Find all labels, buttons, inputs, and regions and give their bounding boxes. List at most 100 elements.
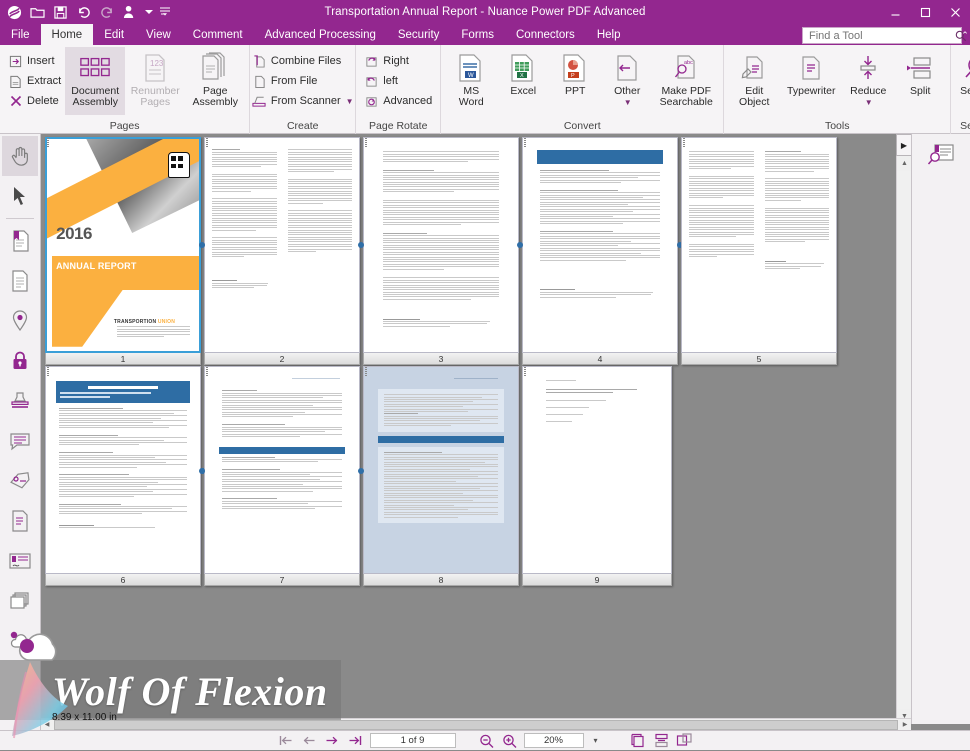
tab-view[interactable]: View <box>135 24 182 45</box>
page-insert-marker-8[interactable] <box>358 468 364 474</box>
select-tool-icon[interactable] <box>2 176 38 216</box>
page-grip-4[interactable] <box>524 138 526 147</box>
signature-icon[interactable] <box>2 541 38 581</box>
make-pdf-searchable-button[interactable]: abc Make PDF Searchable <box>653 47 719 115</box>
renumber-pages-button[interactable]: 123 Renumber Pages <box>125 47 185 115</box>
page-insert-marker-2[interactable] <box>199 242 205 248</box>
tab-advanced-processing[interactable]: Advanced Processing <box>254 24 387 45</box>
split-button[interactable]: Split <box>894 47 946 115</box>
convert-other-button[interactable]: Other ▼ <box>601 47 653 115</box>
tags-icon[interactable] <box>2 461 38 501</box>
maximize-button[interactable] <box>910 0 940 24</box>
open-icon[interactable] <box>29 4 46 21</box>
insert-button[interactable]: Insert <box>4 51 65 71</box>
from-scanner-button[interactable]: From Scanner ▼ <box>248 91 358 111</box>
zoom-out-icon[interactable] <box>478 733 495 749</box>
document-assembly-button[interactable]: Document Assembly <box>65 47 126 115</box>
previous-page-icon[interactable] <box>301 733 318 749</box>
typewriter-button[interactable]: Typewriter <box>780 47 842 115</box>
zoom-in-icon[interactable] <box>501 733 518 749</box>
combine-files-button[interactable]: Combine Files <box>248 51 358 71</box>
search-input[interactable] <box>803 29 951 42</box>
minimize-button[interactable] <box>880 0 910 24</box>
from-file-button[interactable]: From File <box>248 71 358 91</box>
find-a-tool-box[interactable] <box>802 27 967 44</box>
reduce-caret-icon[interactable]: ▼ <box>865 97 873 108</box>
stamp-icon[interactable] <box>2 381 38 421</box>
page-indicator-field[interactable]: 1 of 9 <box>369 733 456 748</box>
horizontal-scroll-thumb[interactable] <box>54 719 898 730</box>
tab-forms[interactable]: Forms <box>450 24 505 45</box>
nuance-logo-icon[interactable] <box>6 4 23 21</box>
qat-caret-icon[interactable] <box>144 4 153 21</box>
from-scanner-caret-icon[interactable]: ▼ <box>346 97 354 106</box>
content-icon[interactable] <box>2 501 38 541</box>
convert-ppt-button[interactable]: P PPT <box>549 47 601 115</box>
page-grip-2[interactable] <box>206 138 208 147</box>
comments-icon[interactable] <box>2 421 38 461</box>
page-insert-marker-7[interactable] <box>199 468 205 474</box>
extract-button[interactable]: Extract <box>4 71 65 91</box>
destinations-icon[interactable] <box>2 301 38 341</box>
first-page-icon[interactable] <box>278 733 295 749</box>
tab-help[interactable]: Help <box>586 24 632 45</box>
next-page-icon[interactable] <box>324 733 341 749</box>
security-lock-icon[interactable] <box>2 341 38 381</box>
page-thumbnail-3[interactable]: 3 <box>358 137 519 365</box>
page-thumbnail-8[interactable]: 8 <box>358 366 519 586</box>
thumbnail-vertical-scrollbar[interactable]: ▲ ▼ <box>896 134 912 724</box>
facing-pages-view-icon[interactable] <box>676 733 693 749</box>
tab-security[interactable]: Security <box>387 24 451 45</box>
page-thumbnail-5[interactable]: 5 <box>681 137 837 365</box>
page-thumbnail-7[interactable]: 7 <box>199 366 360 586</box>
page-grip-7[interactable] <box>206 367 208 376</box>
convert-other-caret-icon[interactable]: ▼ <box>624 97 632 108</box>
layers-icon[interactable] <box>2 581 38 621</box>
page-insert-marker-4[interactable] <box>517 242 523 248</box>
bookmark-panel-icon[interactable] <box>2 221 38 261</box>
page-grip-1[interactable] <box>47 138 49 147</box>
page-assembly-button[interactable]: Page Assembly <box>185 47 245 115</box>
page-grip-6[interactable] <box>47 367 49 376</box>
undo-icon[interactable] <box>75 4 92 21</box>
page-thumbnail-canvas[interactable]: 2016 ANNUAL REPORT TRANSPORTION UNION 1 <box>41 134 911 724</box>
tab-home[interactable]: Home <box>40 24 94 45</box>
single-page-view-icon[interactable] <box>630 733 647 749</box>
document-search-panel-icon[interactable] <box>921 138 961 172</box>
page-grip-5[interactable] <box>683 138 685 147</box>
customize-qat-icon[interactable] <box>159 4 170 21</box>
page-grip-8[interactable] <box>365 367 367 376</box>
page-thumbnail-6[interactable]: 6 <box>45 366 206 586</box>
edit-object-button[interactable]: Edit Object <box>728 47 780 115</box>
page-insert-marker-3[interactable] <box>358 242 364 248</box>
save-icon[interactable] <box>52 4 69 21</box>
page-thumbnail-9[interactable]: 9 <box>522 366 672 586</box>
convert-excel-button[interactable]: X Excel <box>497 47 549 115</box>
tab-comment[interactable]: Comment <box>182 24 254 45</box>
last-page-icon[interactable] <box>347 733 364 749</box>
tab-connectors[interactable]: Connectors <box>505 24 586 45</box>
page-grip-9[interactable] <box>524 367 526 376</box>
close-button[interactable] <box>940 0 970 24</box>
panel-expand-icon[interactable]: ▶ <box>896 134 911 156</box>
page-grip-3[interactable] <box>365 138 367 147</box>
scroll-up-arrow-icon[interactable]: ▲ <box>897 156 912 171</box>
zoom-dropdown-caret-icon[interactable]: ▾ <box>590 733 602 749</box>
rotate-right-button[interactable]: Right <box>360 51 436 71</box>
scroll-right-arrow-icon[interactable]: ▶ <box>899 719 911 731</box>
thumbnail-horizontal-scrollbar[interactable]: ◀ ▶ <box>41 718 911 730</box>
user-icon[interactable] <box>121 4 138 21</box>
search-button[interactable]: Search ▼ <box>951 47 970 115</box>
rotate-left-button[interactable]: left <box>360 71 436 91</box>
tab-edit[interactable]: Edit <box>93 24 135 45</box>
rotate-advanced-button[interactable]: Advanced <box>360 91 436 111</box>
page-thumbnail-4[interactable]: 4 <box>517 137 683 365</box>
page-thumbnail-1[interactable]: 2016 ANNUAL REPORT TRANSPORTION UNION 1 <box>45 137 201 365</box>
zoom-level-field[interactable]: 20% <box>523 733 584 748</box>
ribbon-collapse-icon[interactable]: ⌃ <box>960 27 970 44</box>
pages-panel-icon[interactable] <box>2 261 38 301</box>
delete-button[interactable]: Delete <box>4 91 65 111</box>
continuous-view-icon[interactable] <box>653 733 670 749</box>
tab-file[interactable]: File <box>0 24 41 45</box>
reduce-button[interactable]: Reduce ▼ <box>842 47 894 115</box>
